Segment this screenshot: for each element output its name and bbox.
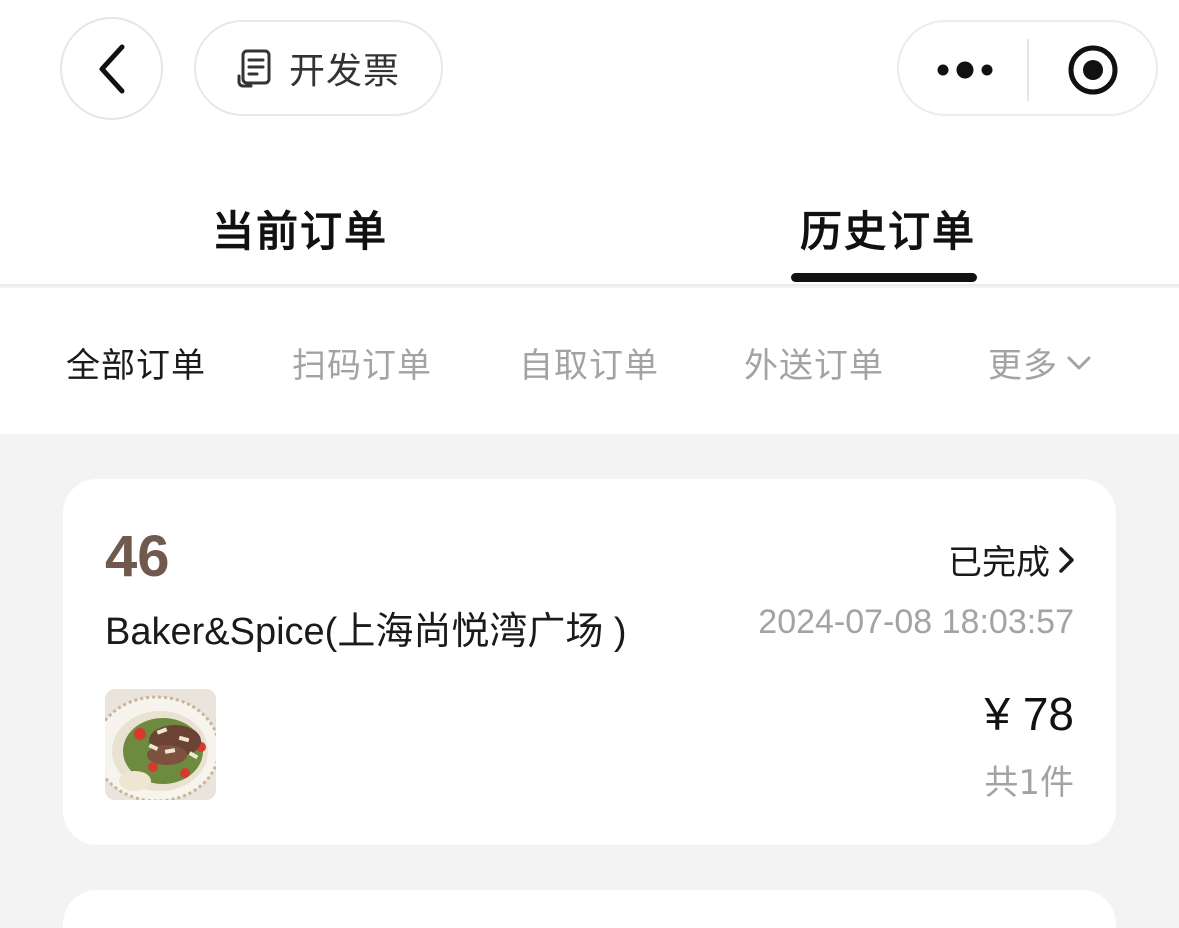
order-time: 2024-07-08 18:03:57 xyxy=(758,603,1074,641)
receipt-icon xyxy=(237,49,271,88)
order-tabs: 当前订单 历史订单 xyxy=(0,150,1179,286)
order-number: 46 xyxy=(105,524,170,589)
order-price: ¥ 78 xyxy=(984,688,1074,740)
filter-scan-orders[interactable]: 扫码订单 xyxy=(292,338,432,387)
mini-program-capsule xyxy=(897,20,1158,116)
chevron-down-icon xyxy=(1067,356,1091,369)
order-card-next[interactable] xyxy=(63,890,1116,928)
filter-all-orders[interactable]: 全部订单 xyxy=(66,338,206,387)
order-status-label: 已完成 xyxy=(948,543,1050,583)
tab-indicator xyxy=(791,273,977,282)
top-bar: 开发票 xyxy=(0,0,1179,150)
order-status[interactable]: 已完成 xyxy=(948,535,1076,584)
invoice-button[interactable]: 开发票 xyxy=(194,20,443,116)
store-name: Baker&Spice(上海尚悦湾广场 ) xyxy=(105,611,627,653)
chevron-right-icon xyxy=(1059,546,1074,573)
order-page: 开发票 当前订单 历史订单 全部订单 扫码订单 自取订单 外送订单 更多 46 … xyxy=(0,0,1179,928)
chevron-left-icon xyxy=(99,44,124,93)
back-button[interactable] xyxy=(60,17,163,120)
order-card[interactable]: 46 已完成 Baker&Spice(上海尚悦湾广场 ) 2024-07-08 … xyxy=(63,479,1116,845)
filter-pickup-orders[interactable]: 自取订单 xyxy=(519,338,659,387)
tab-current-orders[interactable]: 当前订单 xyxy=(212,198,388,259)
capsule-divider xyxy=(1027,39,1029,101)
filter-delivery-orders[interactable]: 外送订单 xyxy=(744,338,884,387)
invoice-label: 开发票 xyxy=(288,51,400,92)
tab-history-orders[interactable]: 历史订单 xyxy=(800,198,976,259)
filter-more-label: 更多 xyxy=(988,346,1058,386)
product-thumbnail xyxy=(105,689,216,800)
filter-more[interactable]: 更多 xyxy=(988,338,1092,387)
order-filters: 全部订单 扫码订单 自取订单 外送订单 更多 xyxy=(0,288,1179,434)
salad-bowl-image xyxy=(105,689,216,800)
item-count: 共1件 xyxy=(984,763,1074,803)
target-circle-icon[interactable] xyxy=(1067,44,1119,96)
more-dots-icon[interactable] xyxy=(935,56,995,84)
